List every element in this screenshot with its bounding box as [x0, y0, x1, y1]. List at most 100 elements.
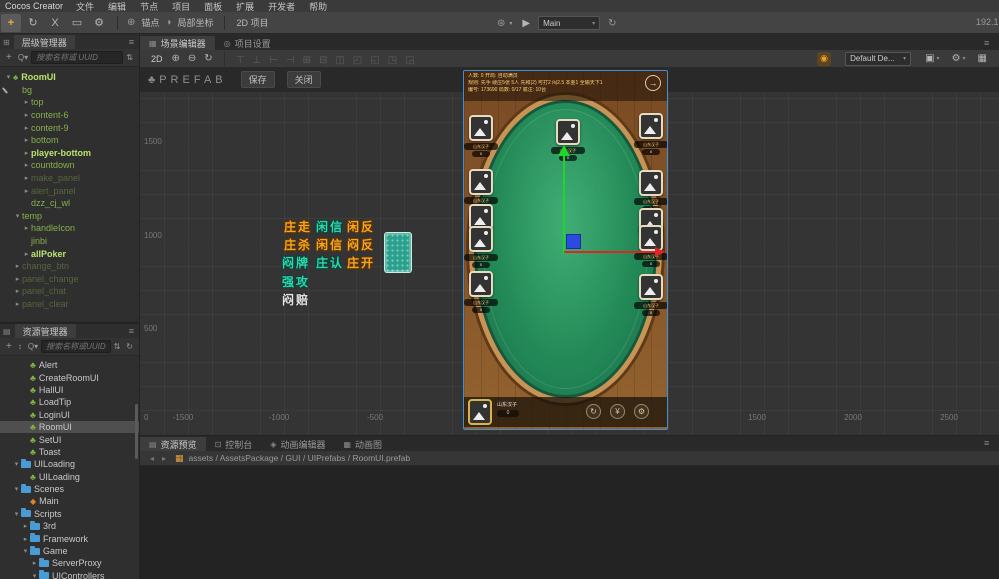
zoom-out-icon[interactable]: ⊖ — [188, 53, 196, 64]
hierarchy-node[interactable]: jinbi — [0, 235, 139, 248]
tab-动画图[interactable]: ▦动画图 — [334, 437, 391, 451]
forward-icon[interactable]: ▸ — [162, 454, 166, 463]
tab-场景编辑器[interactable]: ▦场景编辑器 — [140, 36, 215, 50]
expand-arrow-icon[interactable]: ▸ — [30, 559, 39, 567]
expand-arrow-icon[interactable]: ▾ — [21, 547, 30, 555]
assets-menu-icon[interactable]: ≡ — [129, 326, 134, 336]
game-view[interactable]: 人数: 0 开局: 自动满员 规则: 先手 硬庄5张 5人 先和(2) 可打2 … — [463, 70, 668, 430]
expand-arrow-icon[interactable]: ▾ — [30, 572, 39, 579]
chat-button[interactable]: ↻ — [586, 404, 601, 419]
asset-item[interactable]: ▸Framework — [0, 532, 139, 544]
expand-arrow-icon[interactable]: ▸ — [22, 149, 31, 157]
hierarchy-search-input[interactable] — [31, 51, 123, 64]
scale-tool-icon[interactable]: X — [45, 14, 65, 32]
gizmo-y-arrowhead[interactable] — [558, 145, 570, 156]
menu-item[interactable]: 面板 — [197, 2, 229, 12]
expand-arrow-icon[interactable]: ▸ — [22, 161, 31, 169]
scene-settings-dropdown[interactable]: ⚙▾ — [952, 53, 966, 64]
asset-item[interactable]: ♣HallUI — [0, 384, 139, 396]
rotate-tool-icon[interactable]: ↻ — [23, 14, 43, 32]
hierarchy-menu-icon[interactable]: ≡ — [129, 37, 134, 47]
player-avatar[interactable] — [469, 271, 493, 297]
self-avatar[interactable] — [468, 399, 492, 425]
asset-item[interactable]: ♣SetUI — [0, 433, 139, 445]
hierarchy-node[interactable]: ▾temp — [0, 210, 139, 223]
asset-item[interactable]: ♣CreateRoomUI — [0, 371, 139, 383]
expand-arrow-icon[interactable]: ▾ — [13, 212, 22, 220]
hierarchy-node[interactable]: ▸content-6 — [0, 109, 139, 122]
expand-arrow-icon[interactable]: ▸ — [22, 174, 31, 182]
expand-arrow-icon[interactable]: ▸ — [22, 136, 31, 144]
anchor-label[interactable]: 锚点 — [141, 16, 159, 29]
back-icon[interactable]: ◂ — [150, 454, 154, 463]
hierarchy-node[interactable]: ▸make_panel — [0, 172, 139, 185]
asset-item[interactable]: ♣LoginUI — [0, 409, 139, 421]
menu-item[interactable]: 项目 — [165, 2, 197, 12]
menu-item[interactable]: 节点 — [133, 2, 165, 12]
hierarchy-node[interactable]: ▸alert_panel — [0, 184, 139, 197]
player-avatar[interactable] — [639, 170, 663, 196]
menu-item[interactable]: 编辑 — [101, 2, 133, 12]
gizmo-x-axis[interactable] — [564, 251, 656, 253]
expand-arrow-icon[interactable]: ▾ — [12, 510, 21, 518]
sort-icon[interactable]: ↕ — [18, 342, 22, 351]
asset-item[interactable]: ▾Scripts — [0, 508, 139, 520]
expand-arrow-icon[interactable]: ▸ — [13, 300, 22, 308]
tab-控制台[interactable]: ⊡控制台 — [206, 437, 262, 451]
expand-arrow-icon[interactable]: ▸ — [22, 98, 31, 106]
player-avatar[interactable] — [469, 115, 493, 141]
coords-icon[interactable]: ◑ — [165, 17, 171, 28]
asset-item[interactable]: ♣Toast — [0, 446, 139, 458]
expand-arrow-icon[interactable]: ▾ — [12, 485, 21, 493]
player-avatar[interactable] — [639, 274, 663, 300]
reset-view-icon[interactable]: ↻ — [204, 53, 212, 64]
collapse-all-icon[interactable]: ⇅ — [126, 53, 133, 62]
menu-item[interactable]: 文件 — [69, 2, 101, 12]
add-node-icon[interactable]: + — [6, 52, 12, 63]
tab-资源预览[interactable]: ▤资源预览 — [140, 437, 206, 451]
hierarchy-node[interactable]: ▸countdown — [0, 159, 139, 172]
camera-dropdown[interactable]: ▣▾ — [925, 53, 939, 64]
refresh-assets-icon[interactable]: ↻ — [126, 342, 133, 351]
coords-label[interactable]: 局部坐标 — [177, 16, 213, 29]
tab-项目设置[interactable]: ◎项目设置 — [215, 36, 280, 50]
player-avatar[interactable] — [469, 169, 493, 195]
move-tool-icon[interactable]: + — [1, 14, 21, 32]
gizmo-tool-icon[interactable]: ⚙ — [89, 14, 109, 32]
hierarchy-node[interactable]: ▸change_btn — [0, 260, 139, 273]
gizmo-xy-handle[interactable] — [566, 234, 581, 249]
play-icon[interactable]: ▶ — [522, 18, 530, 29]
hierarchy-node[interactable]: ▸panel_change — [0, 273, 139, 286]
device-globe-icon[interactable]: ⊛ — [497, 18, 505, 29]
asset-item[interactable]: ▾Game — [0, 545, 139, 557]
hierarchy-node[interactable]: ▸panel_chat — [0, 285, 139, 298]
expand-arrow-icon[interactable]: ▸ — [22, 250, 31, 258]
player-avatar[interactable] — [469, 226, 493, 252]
hierarchy-node[interactable]: ▸player-bottom — [0, 147, 139, 160]
device-caret-icon[interactable]: ▾ — [509, 20, 512, 27]
search-filter-icon[interactable]: Q▾ — [28, 342, 38, 351]
expand-arrow-icon[interactable]: ▸ — [22, 124, 31, 132]
hierarchy-node[interactable]: dzz_cj_wl — [0, 197, 139, 210]
hierarchy-node[interactable]: ▸content-9 — [0, 121, 139, 134]
coin-button[interactable]: ¥ — [610, 404, 625, 419]
expand-arrow-icon[interactable]: ▸ — [22, 224, 31, 232]
dock-menu-icon[interactable]: ≡ — [984, 438, 989, 448]
exit-room-icon[interactable]: → — [645, 75, 661, 91]
refresh-icon[interactable]: ↻ — [608, 18, 616, 29]
asset-item[interactable]: ♣RoomUI — [0, 421, 139, 433]
scene-panel-menu-icon[interactable]: ≡ — [984, 38, 989, 48]
hierarchy-node[interactable]: ▸bottom — [0, 134, 139, 147]
preview-content-area[interactable] — [140, 466, 999, 579]
asset-item[interactable]: ▸3rd — [0, 520, 139, 532]
expand-arrow-icon[interactable]: ▸ — [22, 111, 31, 119]
asset-item[interactable]: ▾UIControllers — [0, 570, 139, 579]
assets-scrollbar[interactable] — [135, 404, 138, 459]
assets-search-input[interactable] — [41, 340, 111, 353]
rect-tool-icon[interactable]: ▭ — [67, 14, 87, 32]
gizmo-x-arrowhead[interactable] — [655, 247, 665, 257]
gizmo-visibility-icon[interactable]: ◉ — [817, 52, 831, 66]
expand-arrow-icon[interactable]: ▾ — [4, 73, 13, 81]
assets-title-tab[interactable]: 资源管理器 — [15, 324, 76, 338]
settings-button[interactable]: ⚙ — [634, 404, 649, 419]
